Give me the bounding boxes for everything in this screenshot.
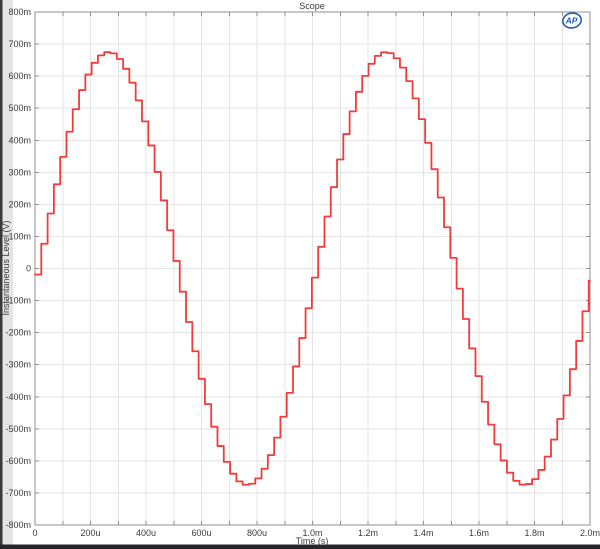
x-tick-label: 1.4m [413,528,433,538]
y-tick-label: 700m [8,39,31,49]
y-tick-label: -700m [5,488,31,498]
x-tick-label: 0 [32,528,37,538]
y-tick-label: 100m [8,231,31,241]
x-axis-label: Time (s) [296,536,329,546]
y-tick-label: 300m [8,167,31,177]
y-tick-label: 400m [8,135,31,145]
x-tick-label: 2.0m [580,528,600,538]
y-axis-label: Instantaneous Level (V) [1,220,11,315]
y-tick-label: 200m [8,199,31,209]
ap-logo-text: AP [565,16,578,26]
x-tick-label: 1.6m [469,528,489,538]
chart-title: Scope [299,1,325,11]
y-tick-label: -500m [5,424,31,434]
y-tick-label: -600m [5,456,31,466]
x-tick-label: 1.2m [358,528,378,538]
grid [35,12,590,525]
x-tick-label: 600u [191,528,211,538]
y-tick-label: 600m [8,71,31,81]
x-tick-label: 1.8m [524,528,544,538]
scope-chart: Scope 0 200u 400u 600u 800u 1.0m 1.2m 1.4m 1.6m 1… [0,0,600,549]
y-tick-label: 800m [8,7,31,17]
ap-logo-icon: AP [562,12,582,29]
scope-graph-window: Scope 0 200u 400u 600u 800u 1.0m 1.2m 1.4m 1.6m 1… [0,0,600,549]
y-tick-label: -400m [5,392,31,402]
y-tick-label: 0 [26,264,31,274]
y-tick-label: -300m [5,360,31,370]
x-tick-label: 800u [247,528,267,538]
x-tick-label: 400u [136,528,156,538]
x-tick-label: 200u [80,528,100,538]
y-tick-label: -200m [5,328,31,338]
y-tick-label: 500m [8,103,31,113]
y-tick-label: -800m [5,520,31,530]
